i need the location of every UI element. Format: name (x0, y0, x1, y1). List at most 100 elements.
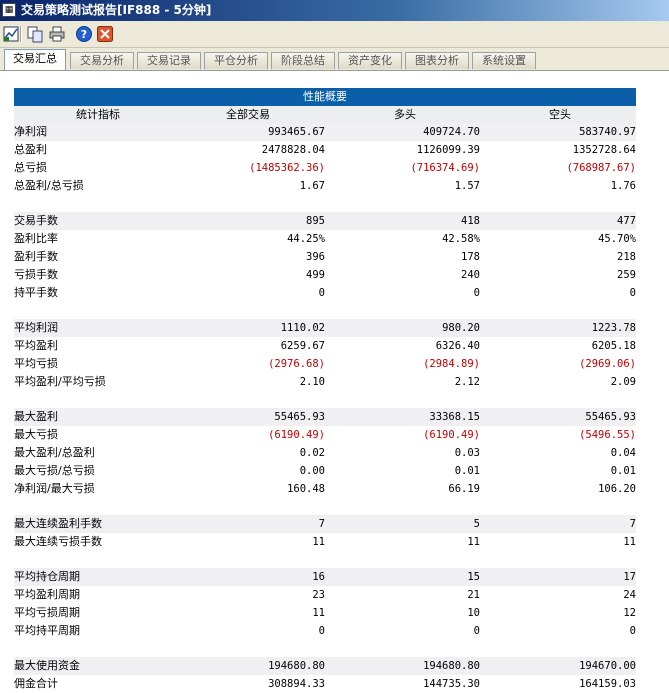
table-row: 平均盈利周期 23 21 24 (14, 586, 636, 604)
value-short: 17 (623, 571, 636, 583)
value-long: 240 (461, 269, 480, 281)
value-short: 7 (629, 518, 636, 530)
value-long: 194680.80 (423, 660, 480, 672)
tab-period-summary[interactable]: 阶段总结 (271, 52, 335, 69)
tab-trade-summary[interactable]: 交易汇总 (4, 49, 66, 70)
value-short: 11 (623, 536, 636, 548)
spreadsheet-app-icon: ▦ (2, 3, 16, 17)
value-short: (5496.55) (579, 429, 636, 441)
metric-label: 佣金合计 (14, 677, 58, 690)
value-short: 1352728.64 (572, 144, 636, 156)
metric-label: 最大亏损/总亏损 (14, 464, 95, 477)
value-all-trades: (1485362.36) (249, 162, 325, 174)
metric-label: 盈利比率 (14, 232, 58, 245)
printer-icon[interactable] (48, 25, 66, 43)
value-short: 583740.97 (579, 126, 636, 138)
column-header-all-trades: 全部交易 (226, 108, 270, 121)
value-all-trades: 11 (312, 607, 325, 619)
table-row: 平均持平周期 0 0 0 (14, 622, 636, 640)
value-short: 0 (629, 625, 636, 637)
table-row: 总盈利 2478828.04 1126099.39 1352728.64 (14, 141, 636, 159)
table-row: 佣金合计 308894.33 144735.30 164159.03 (14, 675, 636, 693)
tab-trade-analysis[interactable]: 交易分析 (70, 52, 134, 69)
metric-label: 最大盈利/总盈利 (14, 446, 95, 459)
value-long: 418 (461, 215, 480, 227)
metric-label: 平均亏损 (14, 357, 58, 370)
value-short: 1.76 (610, 180, 636, 192)
value-long: (6190.49) (423, 429, 480, 441)
column-header-short: 空头 (549, 108, 571, 121)
value-short: (2969.06) (579, 358, 636, 370)
value-long: 2.12 (454, 376, 480, 388)
table-row: 平均盈利/平均亏损 2.10 2.12 2.09 (14, 373, 636, 391)
value-long: 1.57 (454, 180, 480, 192)
table-row: 总盈利/总亏损 1.67 1.57 1.76 (14, 177, 636, 195)
value-all-trades: 6259.67 (280, 340, 325, 352)
value-all-trades: (6190.49) (268, 429, 325, 441)
metric-label: 最大连续亏损手数 (14, 535, 102, 548)
table-row: 平均持仓周期 16 15 17 (14, 568, 636, 586)
value-short: 106.20 (598, 483, 636, 495)
copy-icon[interactable] (26, 25, 44, 43)
value-all-trades: 1110.02 (280, 322, 325, 334)
value-all-trades: 55465.93 (274, 411, 325, 423)
value-short: 0.04 (610, 447, 636, 459)
tab-asset-change[interactable]: 资产变化 (338, 52, 402, 69)
chart-save-icon[interactable] (2, 25, 20, 43)
table-row: 净利润/最大亏损 160.48 66.19 106.20 (14, 480, 636, 498)
metric-label: 持平手数 (14, 286, 58, 299)
value-all-trades: 396 (306, 251, 325, 263)
value-all-trades: 16 (312, 571, 325, 583)
metric-label: 平均利润 (14, 321, 58, 334)
metric-label: 平均盈利周期 (14, 588, 80, 601)
table-row: 平均亏损周期 11 10 12 (14, 604, 636, 622)
value-short: 45.70% (598, 233, 636, 245)
tab-system-settings[interactable]: 系统设置 (472, 52, 536, 69)
value-short: 6205.18 (591, 340, 636, 352)
metric-label: 总亏损 (14, 161, 47, 174)
table-row: 最大使用资金 194680.80 194680.80 194670.00 (14, 657, 636, 675)
table-row: 总亏损 (1485362.36) (716374.69) (768987.67) (14, 159, 636, 177)
value-short: 12 (623, 607, 636, 619)
table-row: 净利润 993465.67 409724.70 583740.97 (14, 123, 636, 141)
metric-label: 最大连续盈利手数 (14, 517, 102, 530)
report-panel: 性能概要 统计指标 全部交易 多头 空头 净利润 993465.67 409724.… (0, 71, 669, 690)
metric-label: 净利润 (14, 125, 47, 138)
tab-trade-records[interactable]: 交易记录 (137, 52, 201, 69)
column-header-row: 统计指标 全部交易 多头 空头 (14, 106, 636, 123)
column-header-long: 多头 (394, 108, 416, 121)
value-short: 55465.93 (585, 411, 636, 423)
window-title-bar: ▦ 交易策略测试报告[IF888 - 5分钟] (0, 0, 669, 21)
close-icon[interactable] (96, 25, 114, 43)
table-row: 最大连续亏损手数 11 11 11 (14, 533, 636, 551)
value-long: 409724.70 (423, 126, 480, 138)
value-long: 0.01 (454, 465, 480, 477)
metric-label: 最大盈利 (14, 410, 58, 423)
value-all-trades: 194680.80 (268, 660, 325, 672)
value-long: 21 (467, 589, 480, 601)
table-row: 亏损手数 499 240 259 (14, 266, 636, 284)
metric-label: 交易手数 (14, 214, 58, 227)
metric-label: 平均持仓周期 (14, 570, 80, 583)
table-row: 最大盈利/总盈利 0.02 0.03 0.04 (14, 444, 636, 462)
value-all-trades: 0 (318, 625, 325, 637)
value-long: 0.03 (454, 447, 480, 459)
value-short: 0 (629, 287, 636, 299)
tab-close-analysis[interactable]: 平仓分析 (204, 52, 268, 69)
tab-chart-analysis[interactable]: 图表分析 (405, 52, 469, 69)
table-row: 盈利比率 44.25% 42.58% 45.70% (14, 230, 636, 248)
metric-label: 最大亏损 (14, 428, 58, 441)
value-short: 477 (617, 215, 636, 227)
value-short: 0.01 (610, 465, 636, 477)
help-icon[interactable]: ? (75, 25, 93, 43)
value-short: (768987.67) (566, 162, 636, 174)
value-long: 6326.40 (435, 340, 480, 352)
metric-label: 亏损手数 (14, 268, 58, 281)
metric-label: 平均持平周期 (14, 624, 80, 637)
table-row: 平均盈利 6259.67 6326.40 6205.18 (14, 337, 636, 355)
value-all-trades: 160.48 (287, 483, 325, 495)
table-row: 平均亏损 (2976.68) (2984.89) (2969.06) (14, 355, 636, 373)
value-all-trades: 44.25% (287, 233, 325, 245)
value-long: 10 (467, 607, 480, 619)
column-header-metric: 统计指标 (76, 108, 120, 121)
